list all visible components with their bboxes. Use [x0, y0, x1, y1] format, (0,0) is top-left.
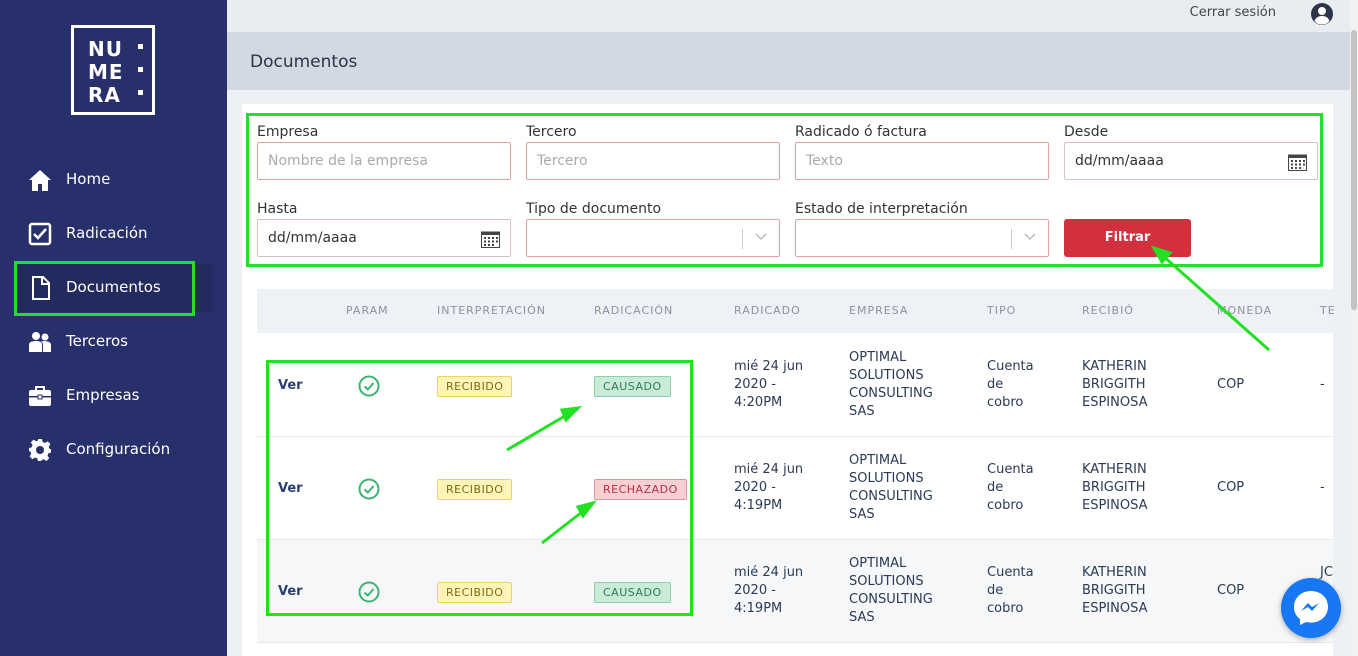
radicado-cell: mié 24 jun 2020 -4:19PM: [734, 462, 804, 513]
column-header[interactable]: RADICACIÓN: [594, 304, 673, 317]
moneda-cell: COP: [1217, 583, 1245, 598]
checkbox-icon: [28, 222, 52, 246]
empresa-cell: OPTIMAL SOLUTIONS CONSULTING SAS: [849, 453, 933, 522]
column-header[interactable]: TE: [1320, 304, 1336, 317]
home-icon: [29, 170, 51, 191]
page-title: Documentos: [250, 52, 358, 72]
users-icon: [29, 332, 51, 352]
sidebar-item-label: Radicación: [66, 224, 148, 242]
sidebar-item-radicacion[interactable]: Radicación: [0, 212, 227, 256]
sidebar-item-label: Home: [66, 170, 111, 188]
column-header[interactable]: RADICADO: [734, 304, 801, 317]
empresa-cell: OPTIMAL SOLUTIONS CONSULTING SAS: [849, 350, 933, 419]
scrollbar-thumb[interactable]: [1351, 30, 1357, 310]
numera-logo[interactable]: NU ME RA: [71, 25, 155, 115]
sidebar-item-label: Terceros: [66, 332, 128, 350]
logo-text: NU ME RA: [88, 37, 124, 107]
logo-dot: [138, 90, 143, 95]
scrollbar[interactable]: [1350, 0, 1358, 656]
sidebar-item-home[interactable]: Home: [0, 158, 227, 202]
recibio-cell: KATHERIN BRIGGITH ESPINOSA: [1082, 462, 1148, 513]
topbar: Cerrar sesión: [227, 0, 1358, 32]
messenger-chat-button[interactable]: [1281, 578, 1341, 638]
logo-dot: [138, 67, 143, 72]
sidebar: NU ME RA Home Radicación Documentos Terc…: [0, 0, 227, 656]
user-circle-icon[interactable]: [1310, 2, 1334, 26]
highlight-status-columns: [266, 360, 693, 616]
empresa-cell: OPTIMAL SOLUTIONS CONSULTING SAS: [849, 556, 933, 625]
logout-link[interactable]: Cerrar sesión: [1190, 5, 1276, 20]
logo-dot: [138, 44, 143, 49]
tipo-cell: Cuenta de cobro: [987, 359, 1034, 410]
highlight-documentos: [14, 261, 195, 316]
page-header: Documentos: [227, 32, 1350, 90]
tipo-cell: Cuenta de cobro: [987, 462, 1034, 513]
column-header[interactable]: RECIBIÓ: [1082, 304, 1134, 317]
te-cell: -: [1320, 377, 1325, 392]
briefcase-icon: [29, 386, 51, 406]
gear-icon: [29, 439, 51, 461]
sidebar-item-configuracion[interactable]: Configuración: [0, 428, 227, 472]
recibio-cell: KATHERIN BRIGGITH ESPINOSA: [1082, 565, 1148, 616]
table-header: PARAM INTERPRETACIÓN RADICACIÓN RADICADO…: [257, 289, 1336, 333]
column-header[interactable]: MONEDA: [1217, 304, 1272, 317]
column-header[interactable]: PARAM: [346, 304, 389, 317]
column-header[interactable]: EMPRESA: [849, 304, 908, 317]
highlight-filters: [246, 113, 1323, 267]
sidebar-item-label: Configuración: [66, 440, 171, 458]
column-header[interactable]: TIPO: [987, 304, 1016, 317]
recibio-cell: KATHERIN BRIGGITH ESPINOSA: [1082, 359, 1148, 410]
moneda-cell: COP: [1217, 377, 1245, 392]
column-header[interactable]: INTERPRETACIÓN: [437, 304, 546, 317]
messenger-icon: [1294, 591, 1328, 625]
tipo-cell: Cuenta de cobro: [987, 565, 1034, 616]
te-cell: -: [1320, 480, 1325, 495]
sidebar-item-terceros[interactable]: Terceros: [0, 320, 227, 364]
sidebar-item-label: Empresas: [66, 386, 140, 404]
sidebar-item-empresas[interactable]: Empresas: [0, 374, 227, 418]
radicado-cell: mié 24 jun 2020 -4:19PM: [734, 565, 804, 616]
radicado-cell: mié 24 jun 2020 -4:20PM: [734, 359, 804, 410]
moneda-cell: COP: [1217, 480, 1245, 495]
